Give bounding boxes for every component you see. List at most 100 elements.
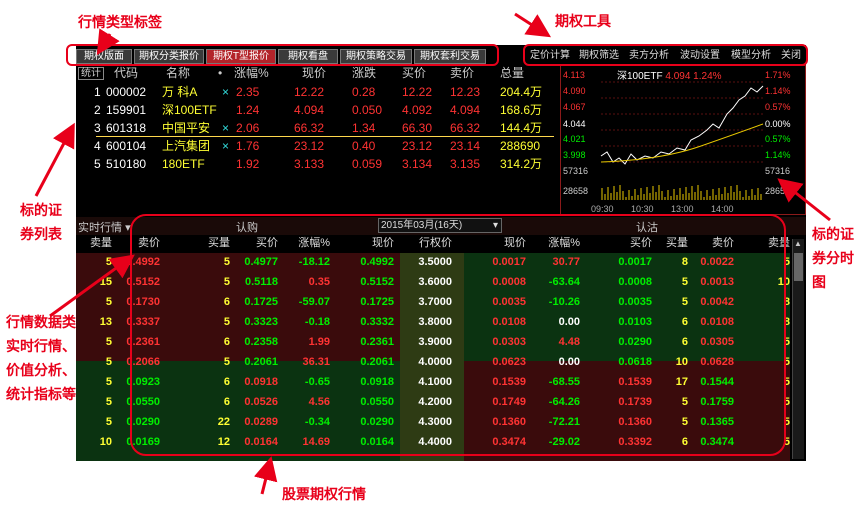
header-pct[interactable]: 涨幅% <box>234 65 269 81</box>
header-volume[interactable]: 总量 <box>500 65 524 81</box>
scroll-thumb[interactable] <box>794 253 803 281</box>
stock-name-cell[interactable]: 中国平安 <box>162 119 210 137</box>
stock-price-cell[interactable]: 4.094 <box>294 101 324 119</box>
left-tick: 4.113 <box>563 70 585 80</box>
stock-vol-cell[interactable]: 204.4万 <box>500 83 542 101</box>
header-name[interactable]: 名称 <box>166 65 190 81</box>
header-ask[interactable]: 卖价 <box>450 65 474 81</box>
time-tick: 13:00 <box>671 204 694 214</box>
stats-tag[interactable]: 统计 <box>78 67 104 80</box>
stock-price-cell[interactable]: 23.12 <box>294 137 324 155</box>
stock-code-cell[interactable]: 000002 <box>106 83 146 101</box>
stock-name-cell[interactable]: 深100ETF <box>162 101 217 119</box>
stock-name-cell[interactable]: 上汽集团 <box>162 137 210 155</box>
stock-price-cell[interactable]: 66.32 <box>294 119 324 137</box>
option-cell[interactable]: 5 <box>84 293 112 311</box>
left-tick: 28658 <box>563 186 588 196</box>
stock-code-cell[interactable]: 601318 <box>106 119 146 137</box>
header-change[interactable]: 涨跌 <box>352 65 376 81</box>
stock-pct-cell[interactable]: 2.35 <box>236 83 259 101</box>
stock-chg-cell[interactable]: 0.050 <box>352 101 382 119</box>
option-header-0[interactable]: 卖量 <box>84 235 112 251</box>
option-cell[interactable]: 13 <box>84 313 112 331</box>
option-cell[interactable]: 5 <box>84 413 112 431</box>
right-tick: 1.14% <box>765 150 791 160</box>
stock-vol-cell[interactable]: 288690 <box>500 137 540 155</box>
time-tick: 10:30 <box>631 204 654 214</box>
stock-vol-cell[interactable]: 168.6万 <box>500 101 542 119</box>
stock-ask-cell[interactable]: 66.32 <box>450 119 480 137</box>
annotation-security-list-2: 券列表 <box>20 226 62 242</box>
header-code[interactable]: 代码 <box>114 65 138 81</box>
stock-mark-cell[interactable]: × <box>222 83 229 101</box>
stock-bid-cell[interactable]: 66.30 <box>402 119 432 137</box>
stock-bid-cell[interactable]: 4.092 <box>402 101 432 119</box>
left-tick: 4.021 <box>563 134 586 144</box>
timeshare-chart[interactable]: 深100ETF 4.094 1.24% 4.113 1.71% 4.090 1.14%… <box>560 65 806 215</box>
stock-ask-cell[interactable]: 3.135 <box>450 155 480 173</box>
stock-vol-cell[interactable]: 144.4万 <box>500 119 542 137</box>
stock-chg-cell[interactable]: 0.28 <box>352 83 375 101</box>
stock-pct-cell[interactable]: 1.92 <box>236 155 259 173</box>
stock-chg-cell[interactable]: 0.059 <box>352 155 382 173</box>
stock-code-cell[interactable]: 510180 <box>106 155 146 173</box>
stock-vol-cell[interactable]: 314.2万 <box>500 155 542 173</box>
header-price[interactable]: 现价 <box>302 65 326 81</box>
option-cell[interactable]: 5 <box>84 353 112 371</box>
left-tick: 4.044 <box>563 119 586 129</box>
stock-mark-cell[interactable]: × <box>222 137 229 155</box>
stock-n-cell[interactable]: 1 <box>94 83 101 101</box>
stock-n-cell[interactable]: 2 <box>94 101 101 119</box>
stock-n-cell[interactable]: 5 <box>94 155 101 173</box>
option-cell[interactable]: 5 <box>84 393 112 411</box>
option-cell[interactable]: 5 <box>84 333 112 351</box>
quote-mode-label: 实时行情 <box>78 222 122 234</box>
stock-name-cell[interactable]: 180ETF <box>162 155 205 173</box>
stock-pct-cell[interactable]: 1.24 <box>236 101 259 119</box>
stock-price-cell[interactable]: 3.133 <box>294 155 324 173</box>
stock-chg-cell[interactable]: 1.34 <box>352 119 375 137</box>
time-tick: 14:00 <box>711 204 734 214</box>
annotation-data-types-3: 价值分析、 <box>6 362 76 378</box>
stock-code-cell[interactable]: 600104 <box>106 137 146 155</box>
stock-bid-cell[interactable]: 23.12 <box>402 137 432 155</box>
time-tick: 09:30 <box>591 204 614 214</box>
annotation-stock-options: 股票期权行情 <box>282 486 366 502</box>
right-tick: 28658 <box>765 186 790 196</box>
right-tick: 0.57% <box>765 102 791 112</box>
left-tick: 57316 <box>563 166 588 176</box>
stock-name-cell[interactable]: 万 科A <box>162 83 197 101</box>
header-mark: • <box>218 66 223 80</box>
options-highlight-box <box>130 214 786 456</box>
left-tick: 3.998 <box>563 150 586 160</box>
option-cell[interactable]: 10 <box>84 433 112 451</box>
left-tick: 4.090 <box>563 86 586 96</box>
stock-chg-cell[interactable]: 0.40 <box>352 137 375 155</box>
right-tick: 0.00% <box>765 119 791 129</box>
stock-code-cell[interactable]: 159901 <box>106 101 146 119</box>
annotation-quote-type-tabs: 行情类型标签 <box>78 14 162 30</box>
annotation-timeshare-1: 标的证 <box>812 226 854 242</box>
quote-mode-select[interactable]: 实时行情 ▾ <box>78 219 131 235</box>
right-tick: 1.71% <box>765 70 791 80</box>
stock-bid-cell[interactable]: 12.22 <box>402 83 432 101</box>
right-tick: 1.14% <box>765 86 791 96</box>
scroll-up-icon[interactable]: ▲ <box>794 239 802 248</box>
option-cell[interactable]: 5 <box>84 373 112 391</box>
header-bid[interactable]: 买价 <box>402 65 426 81</box>
security-list: 统计 代码 名称 • 涨幅% 现价 涨跌 买价 卖价 总量 1 000002 万 科… <box>76 65 556 215</box>
stock-price-cell[interactable]: 12.22 <box>294 83 324 101</box>
options-scrollbar[interactable]: ▲ <box>792 239 804 459</box>
tabs-highlight-box <box>66 44 499 66</box>
stock-ask-cell[interactable]: 23.14 <box>450 137 480 155</box>
stock-pct-cell[interactable]: 1.76 <box>236 137 259 155</box>
option-cell[interactable]: 15 <box>84 273 112 291</box>
stock-ask-cell[interactable]: 12.23 <box>450 83 480 101</box>
option-cell[interactable]: 5 <box>84 253 112 271</box>
stock-n-cell[interactable]: 4 <box>94 137 101 155</box>
stock-ask-cell[interactable]: 4.094 <box>450 101 480 119</box>
stock-bid-cell[interactable]: 3.134 <box>402 155 432 173</box>
stock-n-cell[interactable]: 3 <box>94 119 101 137</box>
stock-mark-cell[interactable]: × <box>222 119 229 137</box>
stock-pct-cell[interactable]: 2.06 <box>236 119 259 137</box>
